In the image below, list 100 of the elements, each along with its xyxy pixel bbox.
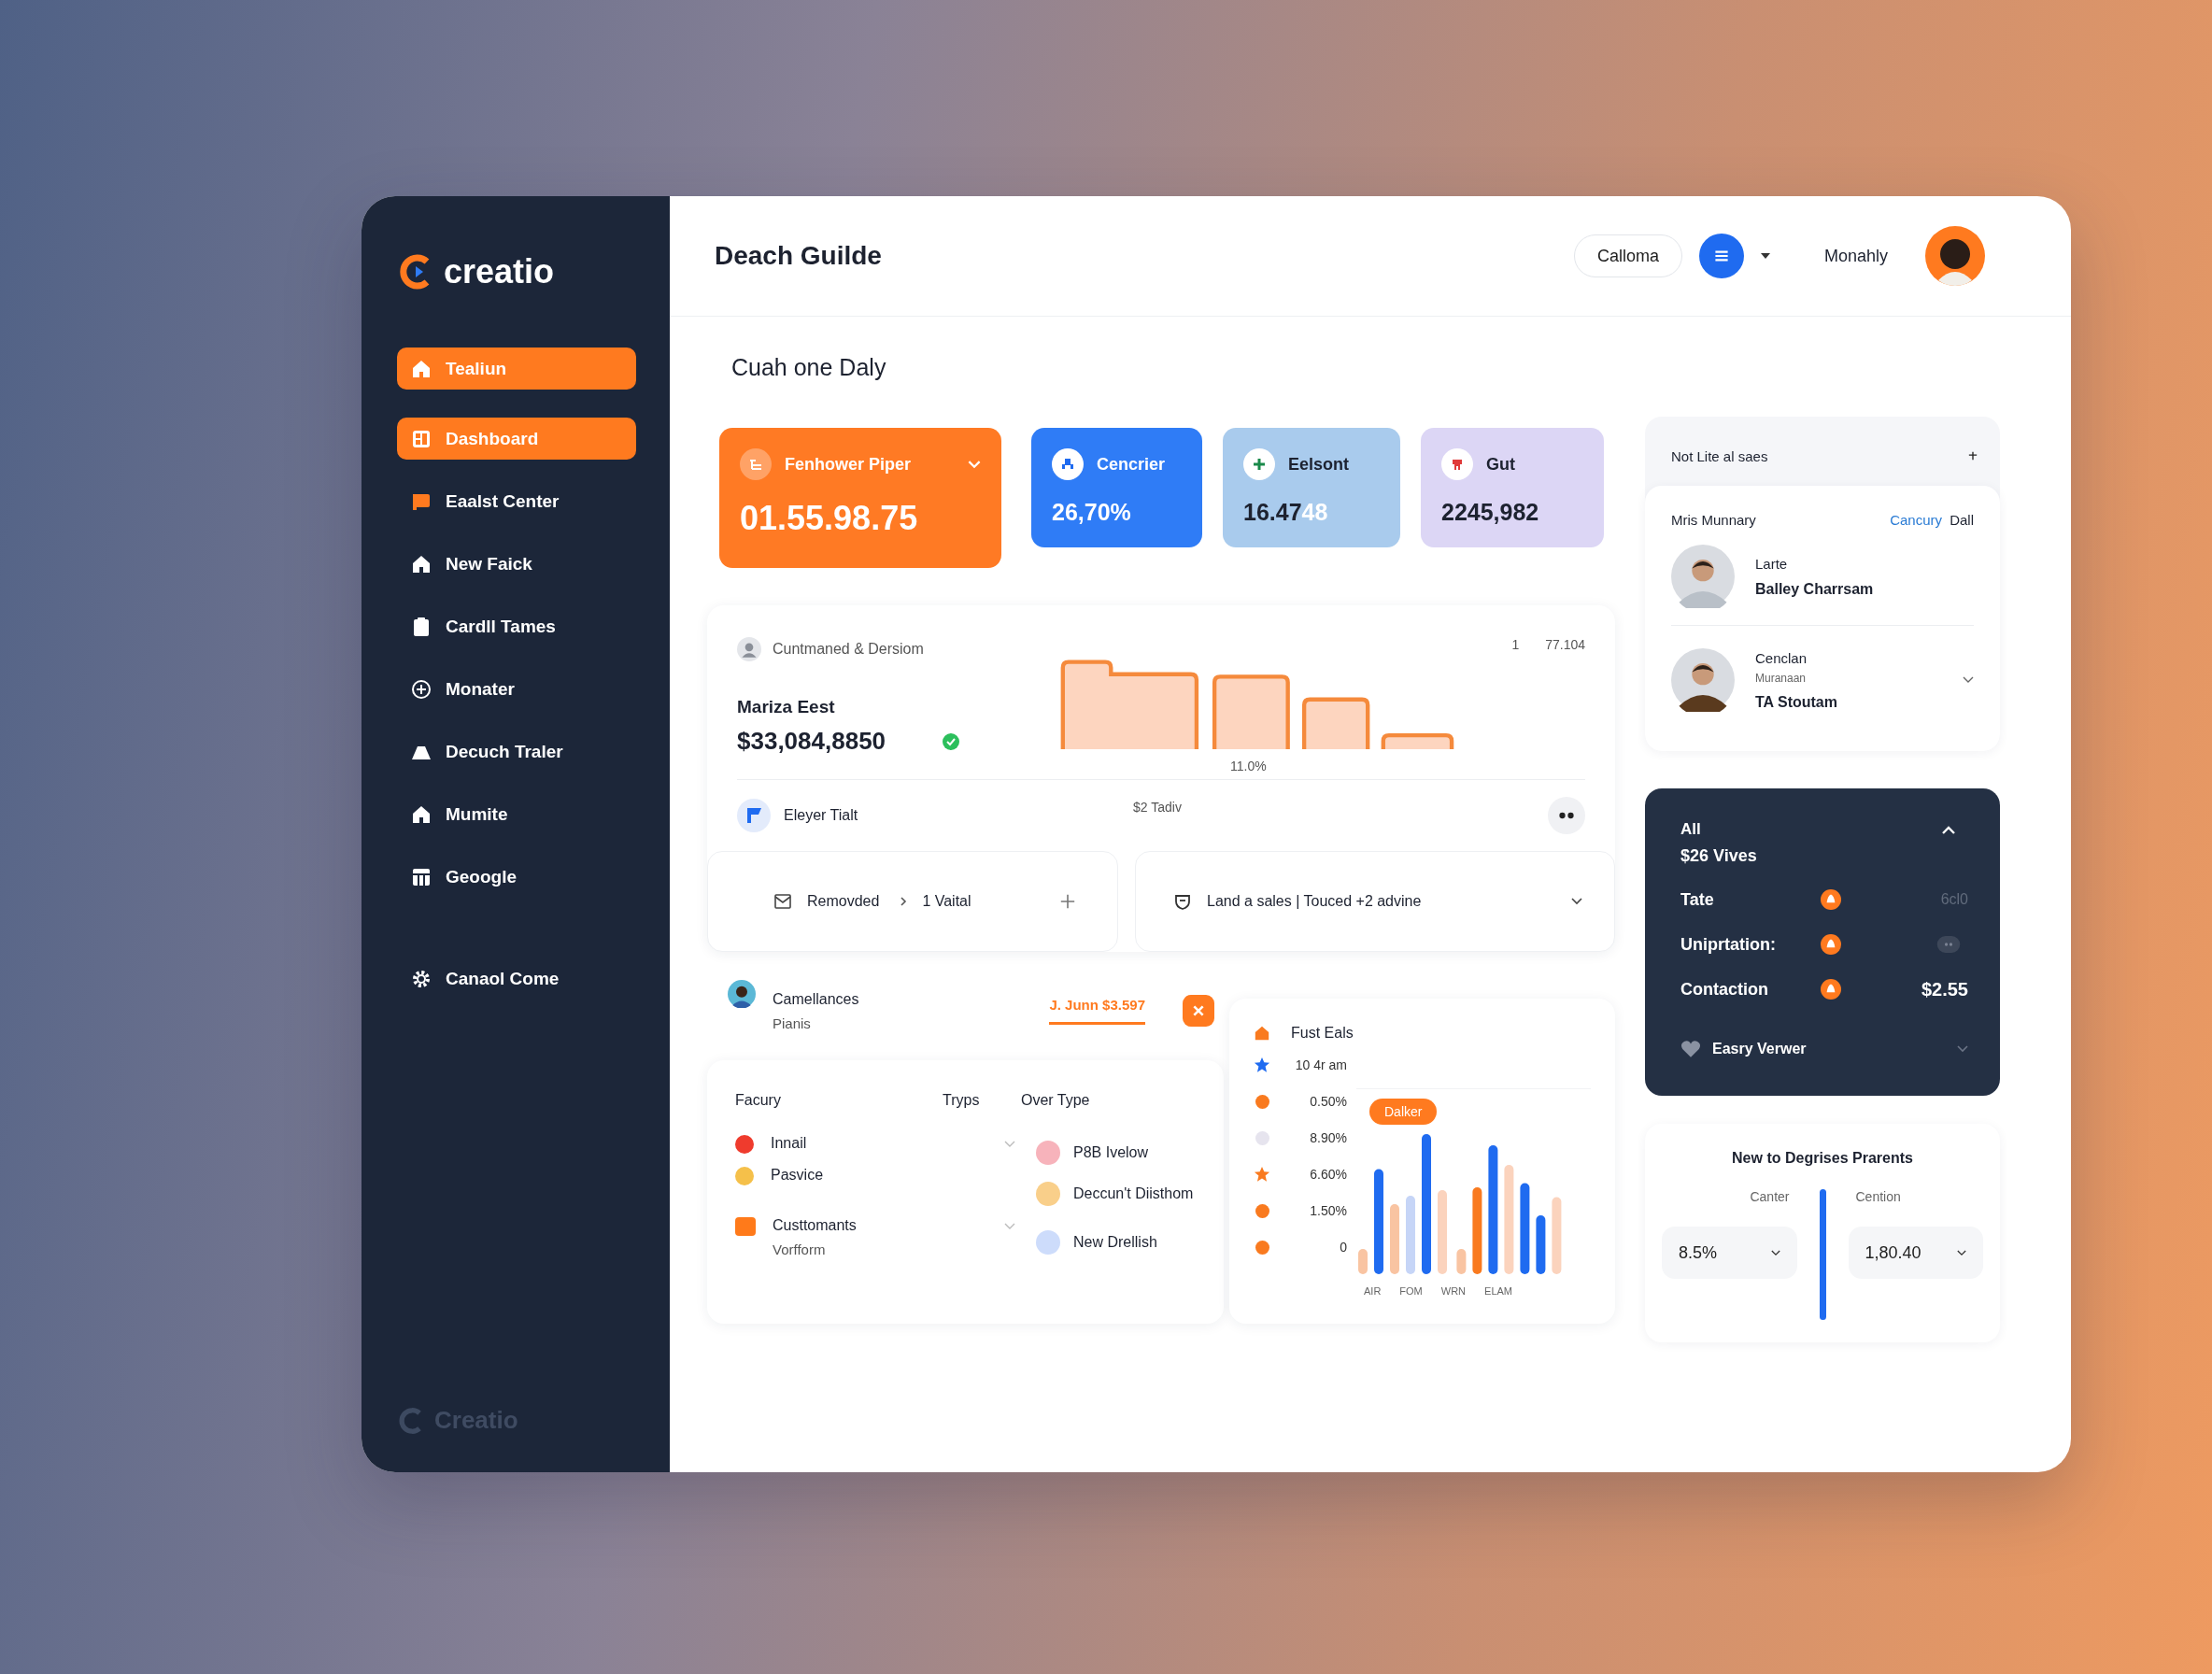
person-avatar [1671,545,1735,608]
user-name[interactable]: Monahly [1823,246,1888,266]
column-header: Over Type [1021,1092,1090,1109]
category-label: Pasvice [771,1167,824,1184]
link[interactable]: Cancury [1890,512,1942,528]
bell-icon [1821,934,1841,955]
chevron-down-icon [1770,1249,1780,1256]
chevron-down-icon[interactable] [1571,898,1582,905]
section-heading: Cuah one Daly [731,354,887,381]
house-icon [1254,1025,1270,1042]
menu-button[interactable] [1698,234,1744,278]
person-subtitle: Muranaan [1755,671,1808,685]
stat-title: Fenhower Piper [785,454,912,475]
row-label: Contaction [1680,979,1769,1000]
chevron-up-icon[interactable] [1942,826,1955,834]
toggle-icon [1936,936,1961,953]
stat-icon [1441,448,1473,480]
plus-icon[interactable] [1968,451,1978,461]
chart-title: Fust Eals [1291,1025,1354,1042]
person-avatar [728,980,756,1008]
sidebar-item[interactable]: Monater [397,668,636,710]
brand-name: creatio [444,252,555,291]
panel-detail: 1 Vaital [922,893,971,910]
legend-label: 0.50% [1309,1094,1347,1109]
footer-label: Easry Verwer [1712,1041,1807,1057]
check-icon [942,731,961,751]
type-label: P8B Ivelow [1073,1144,1149,1161]
select-field[interactable]: 8.5% [1662,1227,1797,1279]
card-subtitle: $26 Vives [1680,846,1757,866]
envelope-icon [773,892,792,911]
stat-title: Cencrier [1097,454,1166,475]
select-field[interactable]: 1,80.40 [1848,1227,1983,1279]
bell-icon [1821,889,1841,910]
legend-label: 8.90% [1309,1130,1347,1145]
axis-label: WRN [1440,1285,1467,1297]
flag-icon [737,799,771,832]
column-header: Facury [735,1092,782,1109]
amount-value: $33,084,8850 [737,727,886,756]
field-label: Canter [1749,1189,1791,1204]
row-label: Tate [1680,889,1715,910]
stat-value: 16.4748 [1243,499,1329,526]
card-title: All [1680,820,1702,839]
plus-circle-icon [410,677,432,701]
column-header: Tryps [943,1092,981,1109]
row-value: $2.55 [1921,978,1968,1000]
legend-label: 0 [1339,1240,1347,1255]
sidebar-item[interactable]: Mumite [397,793,636,835]
legend-label: 10 4r am [1294,1057,1347,1072]
panel-label: Land a sales | Touced +2 advine [1207,893,1422,910]
user-avatar[interactable] [1925,226,1985,286]
sidebar-item[interactable]: Geoogle [397,856,636,898]
axis-label: FOM [1399,1285,1423,1297]
chart-bar [1456,1249,1467,1274]
close-button[interactable] [1183,995,1214,1027]
contact-subtitle: Pianis [773,1014,812,1031]
stat-value: 26,70% [1052,499,1132,526]
heart-icon [1680,1040,1701,1058]
shield-icon [1173,892,1192,911]
chart-badge: Dalker [1369,1099,1438,1125]
stat-title: Eelsont [1288,454,1349,475]
sidebar-item[interactable]: Eaalst Center [397,480,636,522]
filter-pill[interactable]: Calloma [1573,234,1682,277]
field-label: Cention [1854,1189,1902,1204]
account-name: Mariza Eest [737,697,836,717]
person-role: Larte [1755,555,1789,572]
category-subtitle: Vorfform [773,1241,827,1257]
sidebar-item[interactable]: Decuch Traler [397,731,636,773]
chart-bar [1536,1215,1546,1274]
legend-label: 1.50% [1309,1203,1347,1218]
chart-bar [1358,1249,1368,1274]
stat-icon [1052,448,1084,480]
type-label: New Drellish [1073,1234,1157,1251]
chart-label: 77.104 [1545,637,1585,652]
link-suffix: Dall [1950,512,1974,528]
chart-label: 11.0% [1230,759,1268,773]
axis-label: AIR [1364,1285,1382,1297]
dots-icon [1558,811,1575,820]
legend-label: 6.60% [1309,1167,1347,1182]
contact-name: Camellances [773,990,859,1008]
person-name: Balley Charrsam [1755,580,1874,598]
panel-title: Not Lite al saes [1671,447,1768,464]
sidebar-item[interactable]: Canaol Come [397,958,636,1000]
sidebar-item[interactable]: New Faick [397,543,636,585]
chevron-down-icon[interactable] [1963,676,1974,684]
stat-icon [1243,448,1275,480]
category-label: Innail [771,1135,807,1152]
stat-value: 01.55.98.75 [740,499,919,538]
more-button[interactable] [1548,797,1585,834]
page-title: Deach Guilde [715,241,882,271]
row-label: Eleyer Tialt [784,807,859,824]
chart-label: 1 [1511,637,1520,652]
axis-label: ELAM [1484,1285,1513,1297]
type-label: Deccun't Diisthom [1073,1185,1194,1202]
user-icon [737,637,761,661]
category-label: Custtomants [773,1217,857,1234]
panel-label: Removded [807,893,880,910]
row-note: $2 Tadiv [1133,800,1182,815]
caret-icon[interactable] [1760,253,1770,259]
row-label: Uniprtation: [1680,934,1777,955]
sidebar-item[interactable]: Cardll Tames [397,605,636,647]
